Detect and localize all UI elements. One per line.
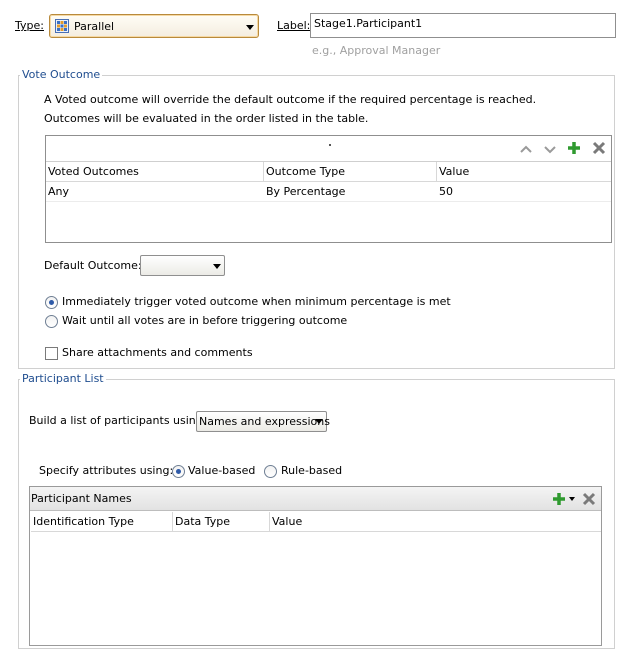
- participant-names-panel: Participant Names Identification Type Da…: [29, 486, 602, 646]
- voted-outcomes-header: Voted Outcomes Outcome Type Value: [46, 162, 611, 182]
- radio-immediate-label[interactable]: Immediately trigger voted outcome when m…: [62, 295, 451, 309]
- build-list-select[interactable]: Names and expressions: [196, 411, 330, 432]
- radio-rule-based-label[interactable]: Rule-based: [281, 464, 342, 478]
- participant-names-columns: Identification Type Data Type Value: [31, 512, 601, 532]
- cell-outcome: Any: [48, 185, 70, 198]
- type-label: Type:: [15, 19, 44, 32]
- voted-outcomes-toolbar: [46, 136, 611, 162]
- add-icon[interactable]: [566, 140, 582, 156]
- participant-names-title: Participant Names: [31, 492, 132, 505]
- radio-rule-based[interactable]: [264, 465, 277, 478]
- vote-description-1: A Voted outcome will override the defaul…: [44, 93, 537, 106]
- column-header[interactable]: Voted Outcomes: [46, 162, 264, 181]
- add-menu-chevron-icon[interactable]: [569, 497, 575, 501]
- type-value: Parallel: [74, 20, 115, 33]
- radio-value-based-label[interactable]: Value-based: [188, 464, 255, 478]
- share-checkbox-label[interactable]: Share attachments and comments: [62, 346, 253, 360]
- label-input[interactable]: Stage1.Participant1: [310, 13, 616, 38]
- radio-wait-label[interactable]: Wait until all votes are in before trigg…: [62, 314, 347, 328]
- label-field-label: Label:: [277, 19, 311, 32]
- vote-description-2: Outcomes will be evaluated in the order …: [44, 112, 369, 125]
- delete-icon[interactable]: [591, 140, 607, 156]
- participant-list-title: Participant List: [20, 372, 106, 386]
- toolbar-grip: [329, 144, 331, 146]
- voted-outcomes-table: Voted Outcomes Outcome Type Value Any By…: [45, 135, 612, 243]
- build-list-value: Names and expressions: [199, 415, 330, 428]
- delete-icon[interactable]: [581, 491, 597, 507]
- type-select[interactable]: Parallel: [49, 14, 259, 38]
- specify-attributes-label: Specify attributes using:: [39, 464, 174, 477]
- move-up-icon[interactable]: [518, 141, 534, 157]
- default-outcome-select[interactable]: [140, 255, 225, 276]
- column-header[interactable]: Data Type: [173, 512, 270, 531]
- cell-value: 50: [439, 185, 453, 198]
- column-header[interactable]: Outcome Type: [264, 162, 437, 181]
- table-row[interactable]: Any By Percentage 50: [46, 182, 611, 202]
- radio-wait[interactable]: [45, 315, 58, 328]
- default-outcome-label: Default Outcome:: [44, 259, 142, 272]
- cell-outcome-type: By Percentage: [266, 185, 346, 198]
- column-header[interactable]: Value: [437, 162, 611, 181]
- radio-immediate[interactable]: [45, 296, 58, 309]
- chevron-down-icon: [315, 419, 323, 424]
- label-input-value: Stage1.Participant1: [314, 17, 423, 30]
- label-hint: e.g., Approval Manager: [312, 44, 441, 57]
- parallel-grid-icon: [55, 19, 69, 33]
- build-list-label: Build a list of participants using:: [29, 414, 207, 427]
- column-header[interactable]: Identification Type: [31, 512, 173, 531]
- radio-value-based[interactable]: [172, 465, 185, 478]
- vote-outcome-title: Vote Outcome: [20, 68, 103, 82]
- chevron-down-icon: [246, 25, 254, 30]
- add-icon[interactable]: [551, 491, 567, 507]
- share-checkbox[interactable]: [45, 347, 58, 360]
- move-down-icon[interactable]: [542, 141, 558, 157]
- chevron-down-icon: [213, 264, 221, 269]
- column-header[interactable]: Value: [270, 512, 601, 531]
- participant-names-header: Participant Names: [30, 487, 601, 511]
